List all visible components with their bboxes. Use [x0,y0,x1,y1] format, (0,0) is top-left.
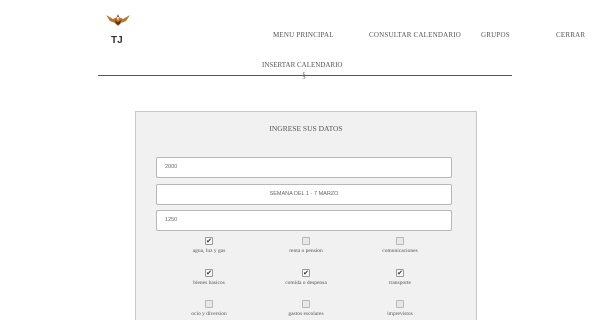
checkbox-item-transporte: ✔ transporte [350,269,450,286]
checkbox-label: agua, luz y gas [192,248,226,254]
form-title: INGRESE SUS DATOS [269,124,343,133]
nav-menu-principal[interactable]: MENU PRINCIPAL [273,31,334,39]
checkbox-item-gastos-escolares: gastos escolares [256,300,356,317]
budget-input-value: 1250 [165,217,178,223]
section-mark-icon: § [302,71,306,80]
page-subtitle: INSERTAR CALENDARIO [262,61,343,69]
checkbox-label: bienes basicos [193,280,225,286]
logo-text: TJ [111,35,123,46]
nav-cerrar[interactable]: CERRAR [556,31,585,39]
week-select[interactable]: SEMANA DEL 1 - 7 MARZO [156,184,452,205]
amount-input[interactable]: 2000 [156,157,452,178]
checkbox-item-comunicaciones: comunicaciones [350,237,450,254]
week-select-value: SEMANA DEL 1 - 7 MARZO [269,191,339,197]
checkbox-label: gastos escolares [288,311,324,317]
checkbox-comida-despensa[interactable]: ✔ [302,269,310,277]
checkbox-label: transporte [389,280,411,286]
checkbox-label: comunicaciones [382,248,418,254]
nav-consultar-calendario[interactable]: CONSULTAR CALENDARIO [369,31,461,39]
checkbox-label: renta o pension [289,248,323,254]
checkbox-renta-pension[interactable] [302,237,310,245]
form-panel: INGRESE SUS DATOS 2000 SEMANA DEL 1 - 7 … [135,111,477,320]
checkbox-item-bienes-basicos: ✔ bienes basicos [159,269,259,286]
checkbox-label: comida o despensa [285,280,327,286]
checkbox-item-comida-despensa: ✔ comida o despensa [256,269,356,286]
checkbox-transporte[interactable]: ✔ [396,269,404,277]
checkbox-gastos-escolares[interactable] [302,300,310,308]
eagle-emblem-icon [106,14,130,26]
logo: TJ [100,12,140,52]
checkbox-item-imprevistos: imprevistos [350,300,450,317]
checkbox-imprevistos[interactable] [396,300,404,308]
checkbox-ocio-diversion[interactable] [205,300,213,308]
checkbox-item-agua-luz-gas: ✔ agua, luz y gas [159,237,259,254]
checkbox-comunicaciones[interactable] [396,237,404,245]
amount-input-value: 2000 [165,164,178,170]
checkbox-item-renta-pension: renta o pension [256,237,356,254]
checkbox-agua-luz-gas[interactable]: ✔ [205,237,213,245]
checkbox-bienes-basicos[interactable]: ✔ [205,269,213,277]
budget-input[interactable]: 1250 [156,210,452,231]
checkbox-label: ocio y diversion [191,311,227,317]
checkbox-label: imprevistos [387,311,413,317]
nav-grupos[interactable]: GRUPOS [481,31,510,39]
checkbox-item-ocio-diversion: ocio y diversion [159,300,259,317]
